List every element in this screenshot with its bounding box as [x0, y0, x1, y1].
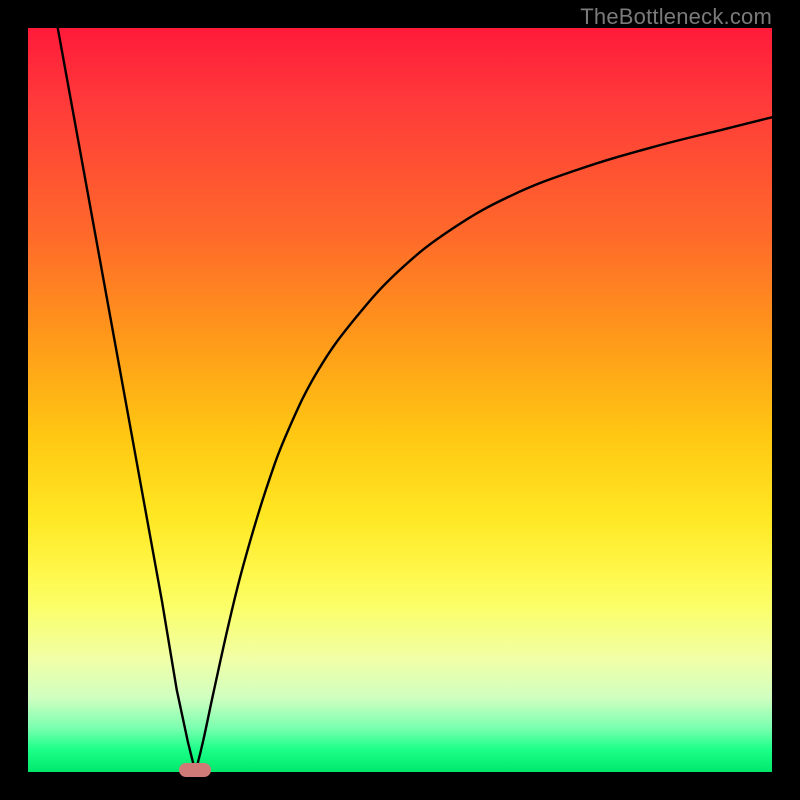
plot-area	[28, 28, 772, 772]
branding-label: TheBottleneck.com	[580, 4, 772, 30]
chart-frame: TheBottleneck.com	[0, 0, 800, 800]
curve-path	[58, 28, 772, 772]
curve-svg	[28, 28, 772, 772]
minimum-marker	[179, 763, 211, 777]
